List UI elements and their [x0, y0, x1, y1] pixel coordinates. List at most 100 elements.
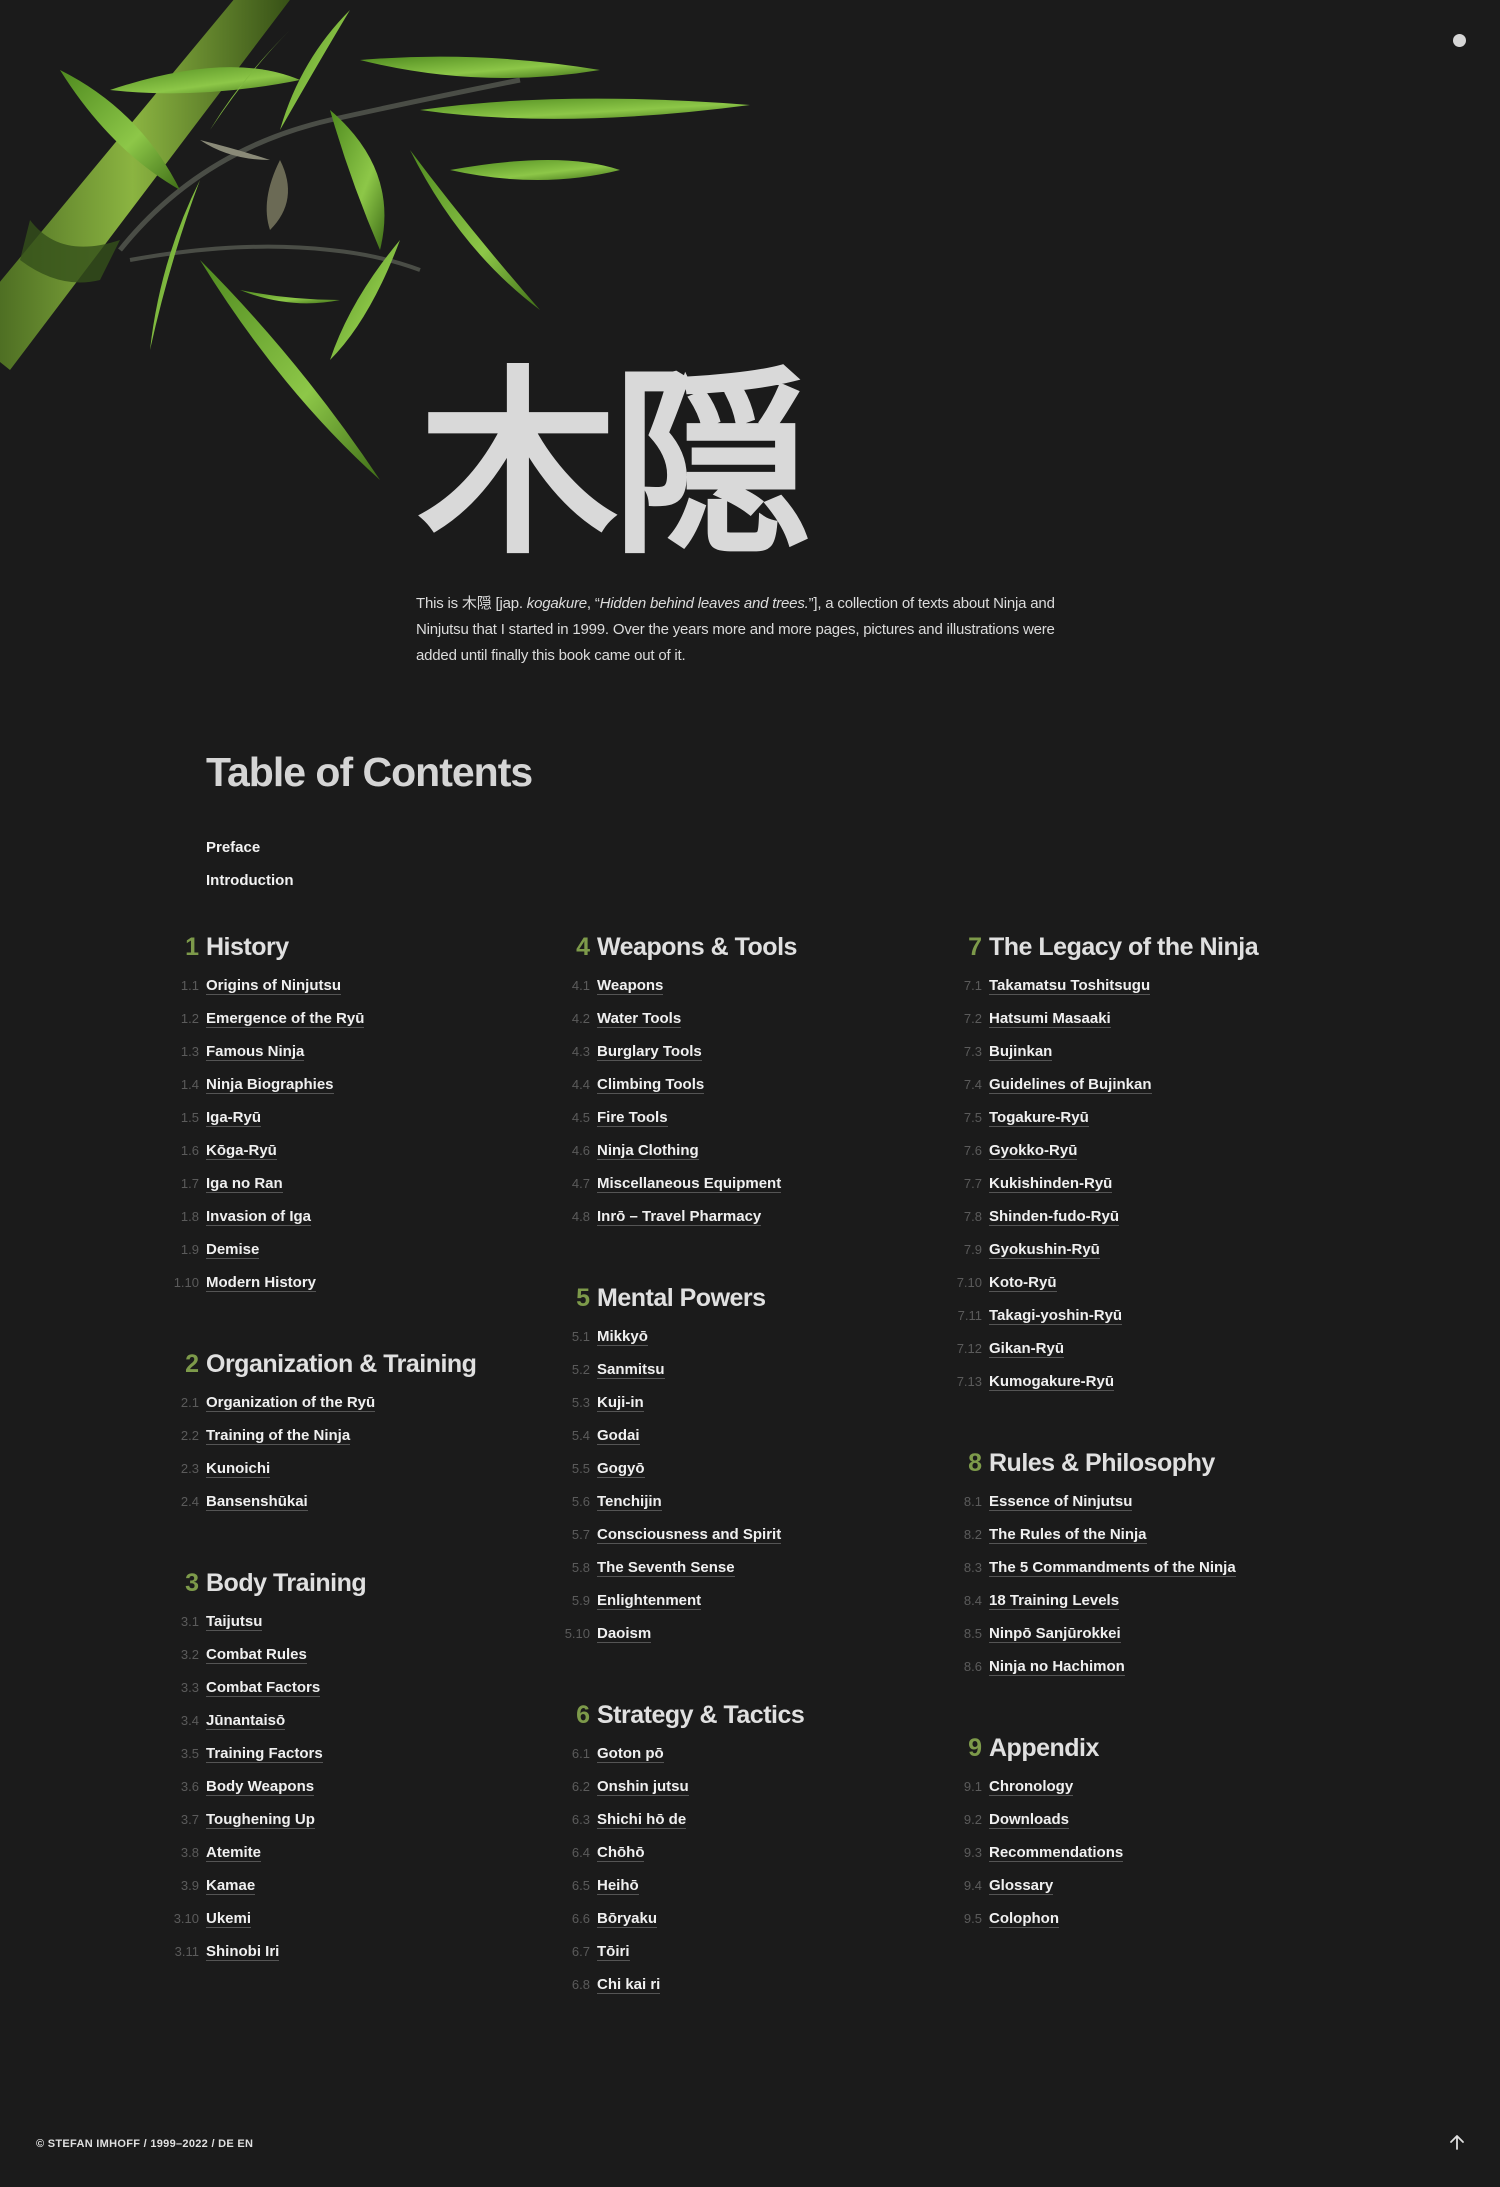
- toc-item-link[interactable]: Shinden-fudo-Ryū: [989, 1208, 1119, 1226]
- toc-item-link[interactable]: Kōga-Ryū: [206, 1142, 277, 1160]
- toc-item-number: 7.2: [963, 1011, 982, 1026]
- toc-item-link[interactable]: Tōiri: [597, 1943, 630, 1961]
- toc-item-link[interactable]: Modern History: [206, 1274, 317, 1292]
- toc-item-link[interactable]: Weapons: [597, 977, 664, 995]
- toc-item-link[interactable]: Downloads: [989, 1811, 1070, 1829]
- toc-item-link[interactable]: Jūnantaisō: [206, 1712, 286, 1730]
- toc-item-link[interactable]: Gyokushin-Ryū: [989, 1241, 1100, 1259]
- toc-item-link[interactable]: Body Weapons: [206, 1778, 315, 1796]
- toc-item-link[interactable]: Consciousness and Spirit: [597, 1526, 782, 1544]
- toc-item-link[interactable]: Ninja no Hachimon: [989, 1658, 1125, 1676]
- toc-item-link[interactable]: Ninpō Sanjūrokkei: [989, 1625, 1121, 1643]
- toc-item-link[interactable]: The Seventh Sense: [597, 1559, 735, 1577]
- toc-item-link[interactable]: Tenchijin: [597, 1493, 662, 1511]
- toc-item-link[interactable]: Bōryaku: [597, 1910, 658, 1928]
- toc-item-link[interactable]: Takagi-yoshin-Ryū: [989, 1307, 1123, 1325]
- toc-item-link[interactable]: Gyokko-Ryū: [989, 1142, 1078, 1160]
- arrow-up-icon[interactable]: [1446, 2131, 1468, 2153]
- toc-item-link[interactable]: Miscellaneous Equipment: [597, 1175, 782, 1193]
- introduction-link[interactable]: Introduction: [206, 872, 293, 889]
- toc-item-link[interactable]: Mikkyō: [597, 1328, 648, 1346]
- toc-item: 3.6 Body Weapons: [181, 1775, 566, 1808]
- toc-item-link[interactable]: Ukemi: [206, 1910, 252, 1928]
- toc-item-link[interactable]: Famous Ninja: [206, 1043, 305, 1061]
- toc-item-link[interactable]: Godai: [597, 1427, 640, 1445]
- chapter-title: The Legacy of the Ninja: [989, 933, 1259, 961]
- toc-item-link[interactable]: Chōhō: [597, 1844, 645, 1862]
- toc-item-link[interactable]: Togakure-Ryū: [989, 1109, 1089, 1127]
- toc-item-link[interactable]: Kuji-in: [597, 1394, 644, 1412]
- toc-item-link[interactable]: Kumogakure-Ryū: [989, 1373, 1115, 1391]
- toc-item-link[interactable]: Atemite: [206, 1844, 262, 1862]
- toc-item-link[interactable]: Kamae: [206, 1877, 256, 1895]
- toc-item-link[interactable]: Bansenshūkai: [206, 1493, 308, 1511]
- toc-item-link[interactable]: Origins of Ninjutsu: [206, 977, 341, 995]
- toc-item-number: 6.2: [571, 1779, 590, 1794]
- toc-item-link[interactable]: Shinobi Iri: [206, 1943, 280, 1961]
- toc-item-link[interactable]: Training Factors: [206, 1745, 323, 1763]
- toc-item-link[interactable]: Glossary: [989, 1877, 1054, 1895]
- toc-item-number: 5.7: [571, 1527, 590, 1542]
- toc-item-link[interactable]: Colophon: [989, 1910, 1059, 1928]
- toc-item-link[interactable]: Taijutsu: [206, 1613, 263, 1631]
- toc-item-link[interactable]: Recommendations: [989, 1844, 1124, 1862]
- toc-item-number: 1.1: [180, 978, 199, 993]
- toc-item: 7.9 Gyokushin-Ryū: [964, 1238, 1349, 1271]
- toc-item-link[interactable]: Invasion of Iga: [206, 1208, 312, 1226]
- toc-item-link[interactable]: Toughening Up: [206, 1811, 315, 1829]
- toc-item-link[interactable]: Gogyō: [597, 1460, 645, 1478]
- toc-item-number: 6.7: [571, 1944, 590, 1959]
- front-matter-list: Preface Introduction: [206, 836, 293, 902]
- toc-item-link[interactable]: 18 Training Levels: [989, 1592, 1120, 1610]
- toc-item-link[interactable]: Hatsumi Masaaki: [989, 1010, 1111, 1028]
- toc-item-link[interactable]: Ninja Biographies: [206, 1076, 334, 1094]
- toc-item-link[interactable]: Inrō – Travel Pharmacy: [597, 1208, 762, 1226]
- preface-link[interactable]: Preface: [206, 839, 260, 856]
- toc-item-link[interactable]: Training of the Ninja: [206, 1427, 351, 1445]
- toc-item-link[interactable]: Takamatsu Toshitsugu: [989, 977, 1151, 995]
- toc-item-link[interactable]: Chronology: [989, 1778, 1074, 1796]
- toc-item-link[interactable]: Gikan-Ryū: [989, 1340, 1065, 1358]
- toc-item-number: 5.6: [571, 1494, 590, 1509]
- toc-item: 9.2 Downloads: [964, 1808, 1349, 1841]
- toc-item-number: 6.5: [571, 1878, 590, 1893]
- toc-item-link[interactable]: Climbing Tools: [597, 1076, 705, 1094]
- toc-item: 4.7 Miscellaneous Equipment: [572, 1172, 957, 1205]
- toc-item-link[interactable]: The 5 Commandments of the Ninja: [989, 1559, 1236, 1577]
- toc-item-link[interactable]: Water Tools: [597, 1010, 682, 1028]
- toc-item-link[interactable]: Onshin jutsu: [597, 1778, 689, 1796]
- toc-item-number: 6.8: [571, 1977, 590, 1992]
- toc-item-link[interactable]: Koto-Ryū: [989, 1274, 1057, 1292]
- toc-item-link[interactable]: Goton pō: [597, 1745, 664, 1763]
- toc-item-link[interactable]: Iga-Ryū: [206, 1109, 262, 1127]
- toc-item: 8.6 Ninja no Hachimon: [964, 1655, 1349, 1688]
- toc-item-link[interactable]: Burglary Tools: [597, 1043, 702, 1061]
- toc-item-link[interactable]: Bujinkan: [989, 1043, 1053, 1061]
- toc-item-link[interactable]: Kukishinden-Ryū: [989, 1175, 1113, 1193]
- toc-item-link[interactable]: Ninja Clothing: [597, 1142, 699, 1160]
- menu-dot-icon[interactable]: [1453, 34, 1466, 47]
- toc-item-link[interactable]: Guidelines of Bujinkan: [989, 1076, 1152, 1094]
- toc-item-number: 7.12: [956, 1341, 982, 1356]
- toc-item-link[interactable]: Combat Rules: [206, 1646, 307, 1664]
- toc-item-link[interactable]: Daoism: [597, 1625, 652, 1643]
- toc-item-link[interactable]: Sanmitsu: [597, 1361, 665, 1379]
- toc-item-link[interactable]: Shichi hō de: [597, 1811, 687, 1829]
- toc-item-link[interactable]: The Rules of the Ninja: [989, 1526, 1147, 1544]
- toc-item-link[interactable]: Enlightenment: [597, 1592, 702, 1610]
- chapter-title: History: [206, 933, 289, 961]
- toc-item-link[interactable]: Demise: [206, 1241, 260, 1259]
- toc-item-link[interactable]: Heihō: [597, 1877, 639, 1895]
- toc-item-number: 3.8: [180, 1845, 199, 1860]
- chapter-item-list: 8.1 Essence of Ninjutsu 8.2 The Rules of th…: [964, 1490, 1349, 1688]
- toc-item-link[interactable]: Chi kai ri: [597, 1976, 661, 1994]
- toc-item-link[interactable]: Fire Tools: [597, 1109, 668, 1127]
- toc-item-link[interactable]: Essence of Ninjutsu: [989, 1493, 1133, 1511]
- toc-item-link[interactable]: Kunoichi: [206, 1460, 271, 1478]
- chapter-heading: 9 Appendix: [968, 1730, 1349, 1768]
- toc-item-link[interactable]: Emergence of the Ryū: [206, 1010, 365, 1028]
- toc-item-link[interactable]: Iga no Ran: [206, 1175, 283, 1193]
- toc-item-number: 7.9: [963, 1242, 982, 1257]
- toc-item-link[interactable]: Organization of the Ryū: [206, 1394, 376, 1412]
- toc-item-link[interactable]: Combat Factors: [206, 1679, 321, 1697]
